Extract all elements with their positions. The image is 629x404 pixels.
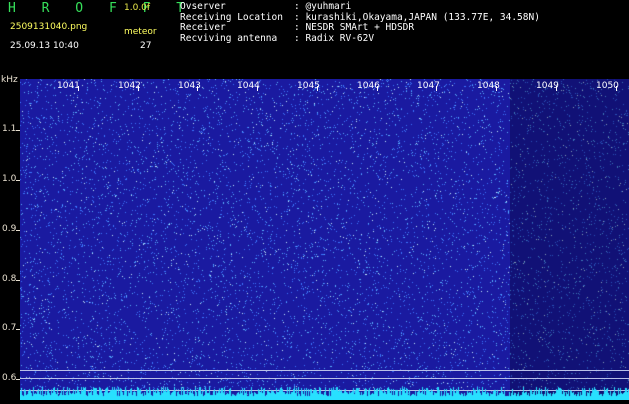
level-label: 1.0 (2, 174, 17, 184)
header-panel: H R O F F T 1.0.0f 2509131040.png meteor… (0, 0, 629, 74)
level-label: 0.9 (2, 224, 17, 234)
image-filename: 2509131040.png (10, 22, 88, 32)
noise-floor-band (20, 386, 629, 400)
freq-tick (257, 86, 258, 91)
mode-label: meteor (124, 27, 157, 37)
freq-tick (317, 86, 318, 91)
app-version: 1.0.0f (124, 3, 151, 13)
marker-line (20, 370, 629, 371)
freq-tick (556, 86, 557, 91)
info-row-antenna: Recviving antenna : Radix RV-62V (180, 33, 540, 45)
capture-datetime: 25.09.13 10:40 (10, 41, 79, 51)
info-value: : kurashiki,Okayama,JAPAN (133.77E, 34.5… (294, 11, 540, 23)
spectrogram-fade-region (510, 79, 629, 400)
level-tick (16, 180, 20, 181)
level-label: 0.6 (2, 373, 17, 383)
info-key: Recviving antenna (180, 33, 278, 45)
freq-tick (197, 86, 198, 91)
info-value: : Radix RV-62V (294, 33, 375, 45)
level-tick (16, 230, 20, 231)
level-tick (16, 280, 20, 281)
freq-label: 1041 (57, 81, 80, 91)
level-tick (16, 379, 20, 380)
app-brand: H R O F F T (8, 1, 194, 16)
level-label: 1.1 (2, 124, 17, 134)
freq-tick (78, 86, 79, 91)
level-tick (16, 130, 20, 131)
info-value: : NESDR SMArt + HDSDR (294, 22, 415, 34)
freq-tick (496, 86, 497, 91)
freq-tick (616, 86, 617, 91)
station-info: Ovserver: @yuhmari Receiving Location: k… (180, 1, 540, 45)
y-axis-unit: kHz (1, 75, 18, 85)
freq-tick (377, 86, 378, 91)
marker-line (20, 378, 629, 379)
freq-tick (138, 86, 139, 91)
level-label: 0.8 (2, 274, 17, 284)
info-value: : @yuhmari (294, 1, 352, 12)
meteor-count: 27 (140, 41, 152, 51)
freq-tick (436, 86, 437, 91)
level-tick (16, 329, 20, 330)
level-label: 0.7 (2, 323, 17, 333)
